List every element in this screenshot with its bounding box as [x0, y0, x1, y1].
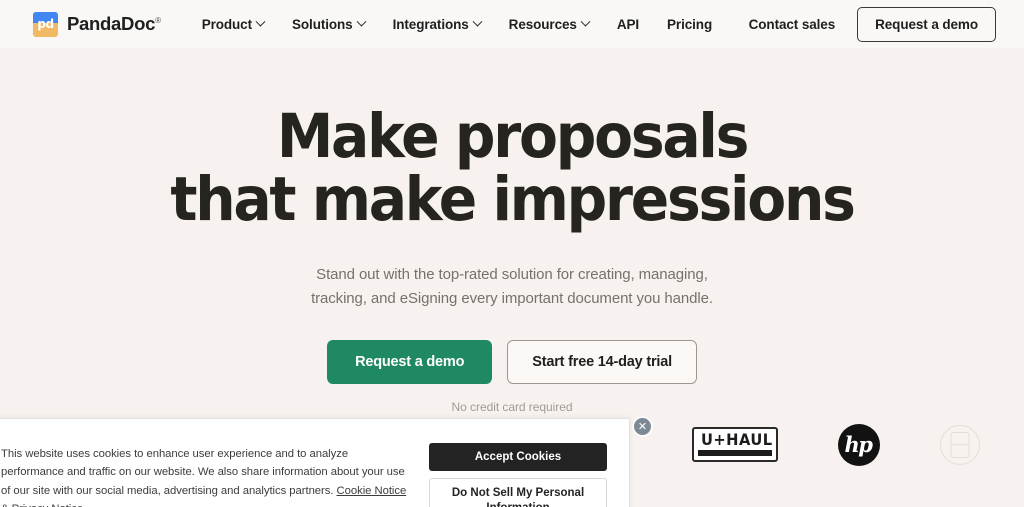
chevron-down-icon	[255, 16, 266, 27]
brand-name-text: PandaDoc	[67, 13, 156, 34]
nav-item-solutions[interactable]: Solutions	[278, 11, 379, 38]
contact-sales-link[interactable]: Contact sales	[749, 17, 836, 32]
hp-logo: hp	[838, 423, 880, 466]
nav-request-demo-button[interactable]: Request a demo	[857, 6, 996, 42]
hero-subtitle: Stand out with the top-rated solution fo…	[0, 263, 1024, 312]
nav-item-resources-label: Resources	[508, 16, 577, 32]
request-demo-button[interactable]: Request a demo	[327, 340, 493, 385]
hero-title-line-1: Make proposals	[276, 101, 750, 172]
logo-item-hp: hp	[838, 422, 880, 468]
accept-cookies-button[interactable]: Accept Cookies	[429, 443, 607, 471]
do-not-sell-button[interactable]: Do Not Sell My Personal Information	[429, 478, 607, 507]
privacy-notice-link[interactable]: Privacy Notice	[12, 503, 84, 507]
nav-item-solutions-label: Solutions	[292, 16, 353, 32]
nav-item-product[interactable]: Product	[188, 11, 278, 38]
chevron-down-icon	[356, 16, 367, 27]
nav-item-api-label: API	[616, 16, 640, 32]
logo-item-bosch	[940, 422, 980, 468]
cookie-banner-actions: Accept Cookies Do Not Sell My Personal I…	[429, 443, 607, 507]
bosch-logo	[940, 424, 980, 465]
close-icon[interactable]: ✕	[634, 418, 651, 435]
logo-item-uhaul: U+HAUL	[692, 422, 778, 468]
logo-mark-glyph: pd	[37, 16, 54, 31]
nav-right-actions: Contact sales Request a demo	[749, 6, 996, 42]
cookie-banner-text: This website uses cookies to enhance use…	[1, 445, 411, 507]
uhaul-logo: U+HAUL	[692, 426, 778, 463]
nav-item-integrations-label: Integrations	[392, 16, 469, 32]
primary-nav-links: Product Solutions Integrations Resources…	[188, 11, 726, 38]
page-title: Make proposals that make impressions	[36, 101, 988, 235]
pandadoc-logo[interactable]: pd PandaDoc®	[33, 11, 161, 37]
nav-item-integrations[interactable]: Integrations	[379, 11, 495, 38]
nav-item-product-label: Product	[201, 16, 252, 32]
hero-cta-group: Request a demo Start free 14-day trial	[0, 340, 1024, 385]
hero-subtitle-line-2: tracking, and eSigning every important d…	[311, 289, 713, 307]
brand-name: PandaDoc®	[67, 13, 161, 35]
nav-item-api[interactable]: API	[603, 11, 653, 38]
uhaul-logo-text: U+HAUL	[700, 429, 773, 449]
cookie-consent-banner: This website uses cookies to enhance use…	[0, 418, 630, 507]
brand-trademark: ®	[155, 15, 161, 25]
chevron-down-icon	[472, 16, 483, 27]
uhaul-logo-bar	[698, 450, 772, 457]
nav-item-pricing-label: Pricing	[667, 16, 713, 32]
top-navigation-bar: pd PandaDoc® Product Solutions Integrati…	[0, 0, 1024, 48]
hero-subtitle-line-1: Stand out with the top-rated solution fo…	[316, 265, 708, 283]
pandadoc-logo-mark: pd	[33, 11, 58, 37]
nav-item-pricing[interactable]: Pricing	[653, 11, 726, 38]
nav-item-resources[interactable]: Resources	[495, 11, 603, 38]
start-free-trial-button[interactable]: Start free 14-day trial	[507, 340, 697, 385]
chevron-down-icon	[580, 16, 591, 27]
hero-title-line-2: that make impressions	[170, 163, 856, 235]
